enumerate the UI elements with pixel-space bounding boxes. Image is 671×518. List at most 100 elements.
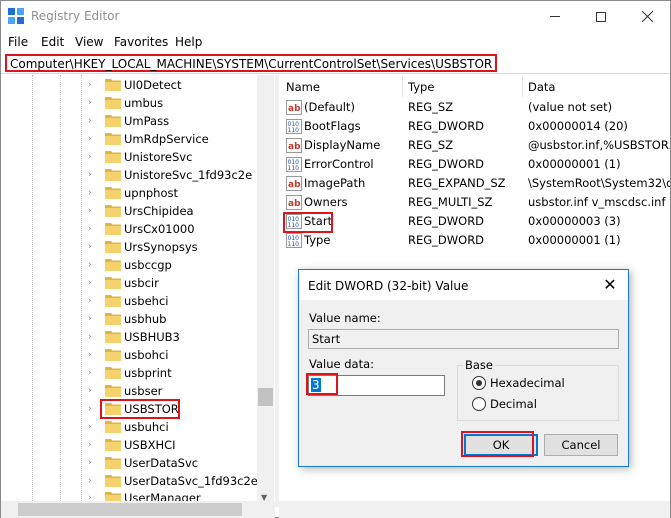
folder-icon — [105, 169, 121, 181]
expand-chevron-icon[interactable]: › — [88, 458, 98, 468]
tree-item[interactable]: › UmRdpService — [1, 130, 257, 148]
tree-item[interactable]: › UI0Detect — [1, 76, 257, 94]
maximize-button[interactable] — [578, 1, 624, 32]
expand-chevron-icon[interactable]: › — [88, 80, 98, 90]
tree-item[interactable]: › USBXHCI — [1, 436, 257, 454]
key-tree-pane[interactable]: › UI0Detect › umbus › UmPass › UmRdpService › Uni… — [1, 75, 275, 507]
value-row[interactable]: ab ImagePath REG_EXPAND_SZ \SystemRoot\Syst… — [279, 174, 670, 193]
value-row[interactable]: 010 110 Type REG_DWORD 0x00000001 (1) — [279, 231, 670, 250]
tree-item[interactable]: › UnistoreSvc — [1, 148, 257, 166]
column-header-data[interactable]: Data — [523, 75, 670, 97]
close-button[interactable] — [624, 1, 670, 32]
expand-chevron-icon[interactable]: › — [88, 242, 98, 252]
value-row[interactable]: ab (Default) REG_SZ (value not set) — [279, 98, 670, 117]
tree-item-label: usbohci — [124, 348, 169, 362]
expand-chevron-icon[interactable]: › — [88, 386, 98, 396]
radio-hexadecimal[interactable] — [472, 376, 486, 390]
tree-item[interactable]: › usbehci — [1, 292, 257, 310]
tree-item[interactable]: › usbcir — [1, 274, 257, 292]
expand-chevron-icon[interactable]: › — [88, 206, 98, 216]
expand-chevron-icon[interactable]: › — [88, 260, 98, 270]
dialog-close-button[interactable]: ✕ — [600, 275, 620, 295]
tree-guide-line — [60, 75, 61, 507]
expand-chevron-icon[interactable]: › — [88, 314, 98, 324]
folder-icon — [105, 475, 121, 487]
tree-item[interactable]: › UserDataSvc_1fd93c2e — [1, 472, 258, 490]
folder-icon — [105, 259, 121, 271]
tree-vertical-scrollbar[interactable]: ▼ — [257, 75, 274, 507]
cancel-button[interactable]: Cancel — [544, 434, 618, 456]
expand-chevron-icon[interactable]: › — [88, 404, 98, 414]
tree-horizontal-scrollbar[interactable] — [1, 501, 275, 518]
dialog-title: Edit DWORD (32-bit) Value — [308, 279, 469, 293]
menu-help[interactable]: Help — [175, 35, 202, 49]
value-data-label: Value data: — [309, 357, 375, 371]
value-row[interactable]: ab Owners REG_MULTI_SZ usbstor.inf v_mscdsc… — [279, 193, 670, 212]
value-row[interactable]: 010 110 ErrorControl REG_DWORD 0x00000001 (1… — [279, 155, 670, 174]
expand-chevron-icon[interactable]: › — [88, 152, 98, 162]
expand-chevron-icon[interactable]: › — [88, 134, 98, 144]
minimize-button[interactable] — [532, 1, 578, 32]
expand-chevron-icon[interactable]: › — [88, 440, 98, 450]
expand-chevron-icon[interactable]: › — [88, 368, 98, 378]
binary-value-icon: 010 110 — [286, 157, 302, 172]
expand-chevron-icon[interactable]: › — [88, 422, 98, 432]
tree-item-label: usbcir — [124, 276, 159, 290]
radio-decimal-label[interactable]: Decimal — [490, 397, 537, 411]
tree-item[interactable]: › UrsCx01000 — [1, 220, 257, 238]
column-header-type[interactable]: Type — [403, 75, 523, 97]
value-type: REG_SZ — [408, 100, 454, 114]
value-name: BootFlags — [304, 119, 361, 133]
tree-item[interactable]: › usbohci — [1, 346, 257, 364]
string-value-icon: ab — [286, 138, 302, 153]
expand-chevron-icon[interactable]: › — [88, 332, 98, 342]
value-data: usbstor.inf v_mscdsc.inf — [528, 195, 666, 209]
tree-item[interactable]: › usbccgp — [1, 256, 257, 274]
title-bar[interactable]: Registry Editor — [1, 1, 670, 32]
value-row[interactable]: 010 110 BootFlags REG_DWORD 0x00000014 (20) — [279, 117, 670, 136]
expand-chevron-icon[interactable]: › — [88, 98, 98, 108]
tree-item[interactable]: › upnphost — [1, 184, 257, 202]
tree-item[interactable]: › USBHUB3 — [1, 328, 257, 346]
expand-chevron-icon[interactable]: › — [88, 170, 98, 180]
tree-hscroll-thumb[interactable] — [18, 503, 242, 516]
radio-decimal[interactable] — [472, 397, 486, 411]
tree-item[interactable]: › UrsSynopsys — [1, 238, 257, 256]
column-header-name[interactable]: Name — [279, 75, 403, 97]
tree-item[interactable]: › UnistoreSvc_1fd93c2e — [1, 166, 257, 184]
expand-chevron-icon[interactable]: › — [88, 278, 98, 288]
expand-chevron-icon[interactable]: › — [88, 476, 98, 486]
edit-dword-dialog: Edit DWORD (32-bit) Value ✕ Value name: … — [298, 269, 629, 467]
value-row[interactable]: 010 110 Start REG_DWORD 0x00000003 (3) — [279, 212, 670, 231]
expand-chevron-icon[interactable]: › — [88, 350, 98, 360]
svg-text:ab: ab — [288, 180, 301, 190]
tree-item[interactable]: › usbser — [1, 382, 257, 400]
tree-guide-line — [32, 75, 33, 507]
menu-view[interactable]: View — [75, 35, 103, 49]
tree-item[interactable]: › UrsChipidea — [1, 202, 257, 220]
tree-item-label: UnistoreSvc_1fd93c2e — [124, 168, 253, 182]
dialog-title-bar[interactable]: Edit DWORD (32-bit) Value ✕ — [299, 270, 628, 300]
menu-edit[interactable]: Edit — [41, 35, 64, 49]
tree-item[interactable]: › UmPass — [1, 112, 257, 130]
expand-chevron-icon[interactable]: › — [88, 188, 98, 198]
list-horizontal-scrollbar[interactable] — [279, 501, 670, 518]
menu-favorites[interactable]: Favorites — [114, 35, 168, 49]
menu-file[interactable]: File — [8, 35, 28, 49]
address-path[interactable]: Computer\HKEY_LOCAL_MACHINE\SYSTEM\Curre… — [5, 54, 498, 72]
expand-chevron-icon[interactable]: › — [88, 224, 98, 234]
tree-item[interactable]: › usbprint — [1, 364, 257, 382]
tree-item[interactable]: › UserDataSvc — [1, 454, 257, 472]
tree-item[interactable]: › usbhub — [1, 310, 257, 328]
value-row[interactable]: ab DisplayName REG_SZ @usbstor.inf,%USBSTOR… — [279, 136, 670, 155]
address-bar[interactable]: Computer\HKEY_LOCAL_MACHINE\SYSTEM\Curre… — [1, 52, 670, 74]
tree-item[interactable]: › umbus — [1, 94, 257, 112]
folder-icon — [105, 331, 121, 343]
tree-item[interactable]: › usbuhci — [1, 418, 257, 436]
radio-hexadecimal-label[interactable]: Hexadecimal — [490, 376, 565, 390]
expand-chevron-icon[interactable]: › — [88, 296, 98, 306]
tree-scroll-thumb[interactable] — [258, 388, 273, 406]
minimize-icon — [550, 16, 560, 17]
expand-chevron-icon[interactable]: › — [88, 116, 98, 126]
window-title: Registry Editor — [31, 9, 120, 23]
